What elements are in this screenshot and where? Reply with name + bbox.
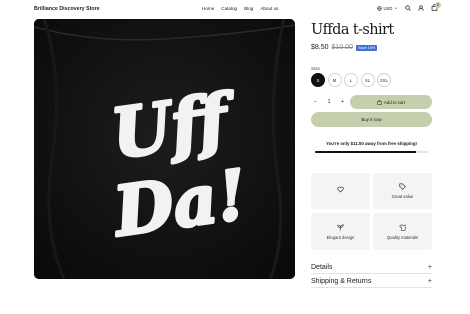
compare-price: $10.00 — [331, 44, 353, 51]
bag-icon — [377, 99, 382, 105]
size-option-m[interactable]: M — [327, 73, 342, 87]
currency-label: USD — [383, 5, 393, 11]
size-option-2xl[interactable]: 2XL — [377, 73, 391, 87]
free-shipping-progress-fill — [315, 151, 416, 153]
tshirt-photo: Uff Da! — [34, 19, 295, 279]
feature-label: Quality materials — [386, 234, 419, 240]
heart-icon — [337, 186, 344, 192]
feature-label: Great value — [391, 194, 414, 199]
store-brand[interactable]: Brilliance Discovery Store — [34, 6, 100, 12]
product-title: Uffda t-shirt — [311, 22, 394, 38]
header-utilities: USD 0 — [377, 1, 441, 12]
qty-decrease-button[interactable]: − — [314, 99, 317, 105]
shirt-icon — [399, 223, 406, 231]
plus-icon: + — [427, 264, 432, 271]
site-header: Brilliance Discovery Store Home Catalog … — [0, 0, 470, 18]
main-nav: Home Catalog Blog About us — [202, 6, 278, 11]
save-badge: Save 15% — [355, 44, 378, 51]
add-to-cart-button[interactable]: Add to cart — [350, 95, 432, 109]
nav-home[interactable]: Home — [202, 6, 214, 11]
qty-increase-button[interactable]: + — [341, 99, 344, 105]
size-option-xl[interactable]: XL — [360, 73, 375, 87]
feature-grid: Great value Elegant design Quality mater… — [311, 173, 432, 250]
buy-now-button[interactable]: Buy it now — [311, 112, 432, 127]
nav-about-us[interactable]: About us — [260, 6, 278, 11]
feature-card: Quality materials — [373, 213, 432, 250]
accordion-title: Shipping & Returns — [311, 278, 372, 285]
feature-card: Elegant design — [311, 213, 370, 250]
currency-selector[interactable]: USD — [377, 6, 398, 11]
add-to-cart-label: Add to cart — [383, 99, 406, 105]
plant-icon — [337, 223, 344, 231]
quantity-stepper: − 1 + — [311, 95, 347, 109]
feature-label: Elegant design — [326, 234, 355, 240]
globe-icon — [377, 5, 382, 11]
size-option-l[interactable]: L — [344, 73, 358, 87]
accordion-title: Details — [311, 264, 333, 271]
price-row: $8.50 $10.00 Save 15% — [311, 44, 378, 51]
feature-card — [311, 173, 370, 209]
plus-icon: + — [427, 278, 432, 285]
chevron-down-icon — [394, 7, 398, 10]
shipping-returns-accordion[interactable]: Shipping & Returns + — [311, 276, 432, 288]
qty-value[interactable]: 1 — [328, 99, 331, 105]
nav-catalog[interactable]: Catalog — [221, 6, 237, 11]
nav-blog[interactable]: Blog — [244, 6, 253, 11]
free-shipping-message: You're only $11.50 away from free shippi… — [326, 141, 417, 146]
tag-icon — [399, 183, 406, 190]
product-info: Uffda t-shirt $8.50 $10.00 Save 15% Size… — [311, 22, 432, 288]
feature-card: Great value — [373, 173, 432, 209]
account-icon[interactable] — [418, 5, 424, 11]
search-icon[interactable] — [405, 5, 411, 11]
cart-button[interactable]: 0 — [431, 1, 441, 12]
size-label: Size — [311, 66, 320, 71]
cart-count-badge: 0 — [434, 1, 441, 8]
sale-price: $8.50 — [311, 44, 329, 51]
product-image[interactable]: Uff Da! — [34, 19, 295, 279]
size-option-s[interactable]: S — [311, 73, 325, 87]
free-shipping-progress — [315, 151, 428, 153]
details-accordion[interactable]: Details + — [311, 262, 432, 274]
size-options: S M L XL 2XL — [311, 73, 391, 87]
